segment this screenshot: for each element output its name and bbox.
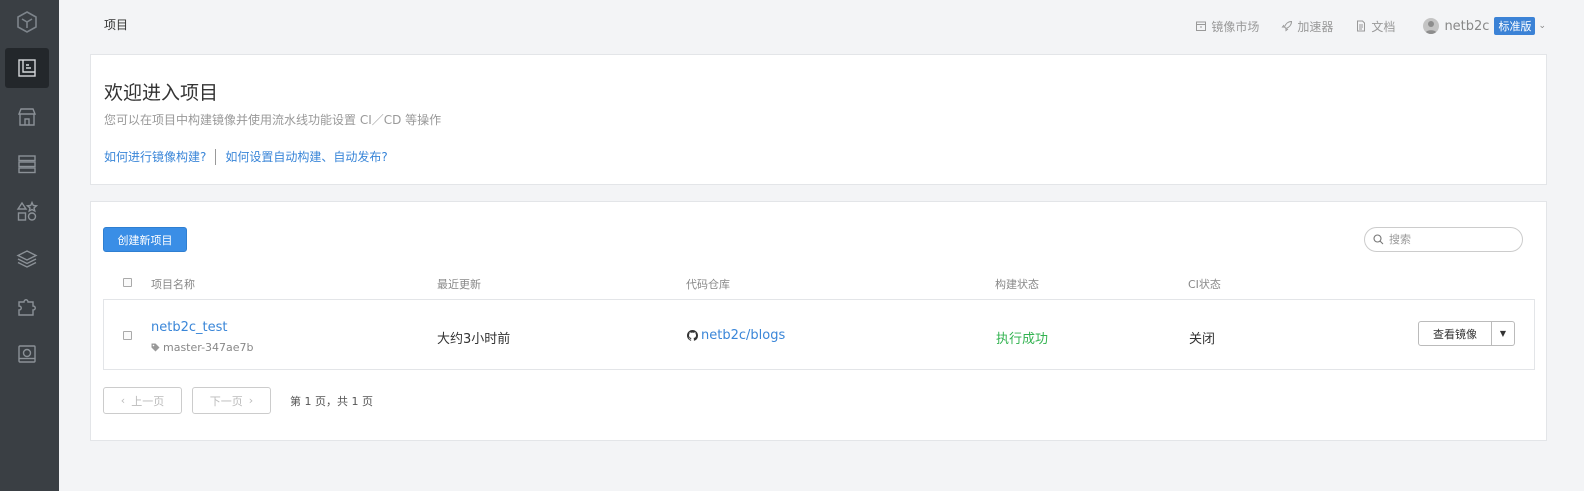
nav-market-label: 镜像市场: [1211, 19, 1260, 34]
help-links: 如何进行镜像构建? 如何设置自动构建、自动发布?: [104, 148, 388, 165]
sidebar-item-components[interactable]: [5, 191, 49, 231]
nav-accelerator[interactable]: 加速器: [1281, 18, 1333, 35]
sidebar-item-plugins[interactable]: [5, 287, 49, 327]
search-icon: [1373, 234, 1384, 245]
sidebar-item-projects[interactable]: [5, 48, 49, 88]
document-icon: [1357, 20, 1366, 32]
column-header-updated: 最近更新: [437, 278, 481, 291]
nav-docs-label: 文档: [1371, 19, 1396, 34]
view-image-button[interactable]: 查看镜像: [1418, 321, 1492, 346]
sidebar: [0, 0, 59, 491]
sidebar-item-store[interactable]: [5, 97, 49, 137]
sidebar-item-layers[interactable]: [5, 239, 49, 279]
create-project-button[interactable]: 创建新项目: [103, 227, 187, 252]
avatar: [1423, 18, 1440, 34]
server-icon: [18, 155, 36, 174]
help-link-build[interactable]: 如何进行镜像构建?: [104, 148, 206, 165]
rocket-icon: [1281, 20, 1293, 32]
next-page-button[interactable]: 下一页 ›: [192, 387, 271, 414]
build-status: 执行成功: [996, 332, 1049, 347]
prev-page-button[interactable]: ‹ 上一页: [103, 387, 182, 414]
column-header-ci-status: CI状态: [1188, 278, 1221, 291]
project-icon: [18, 59, 36, 77]
top-nav: 镜像市场 加速器 文档 netb2c 标准版 ⌄: [1173, 17, 1546, 35]
updated-time: 大约3小时前: [437, 332, 511, 347]
welcome-title: 欢迎进入项目: [104, 82, 219, 104]
sidebar-item-servers[interactable]: [5, 144, 49, 184]
store-icon: [1196, 21, 1207, 31]
tag-icon: [151, 343, 160, 352]
prev-page-label: 上一页: [131, 394, 165, 408]
chevron-right-icon: ›: [248, 394, 254, 407]
search-input[interactable]: [1389, 233, 1509, 246]
ci-status: 关闭: [1189, 332, 1216, 347]
table-row[interactable]: netb2c_test master-347ae7b 大约3小时前 netb2c…: [103, 299, 1535, 370]
column-header-build-status: 构建状态: [995, 278, 1039, 291]
search-box: [1364, 227, 1523, 252]
welcome-subtitle: 您可以在项目中构建镜像并使用流水线功能设置 CI／CD 等操作: [104, 113, 442, 127]
row-actions: 查看镜像 ▼: [1418, 321, 1515, 346]
nav-image-market[interactable]: 镜像市场: [1195, 18, 1259, 35]
plan-badge: 标准版: [1494, 17, 1536, 35]
logo-icon[interactable]: [15, 10, 39, 34]
disk-icon: [18, 345, 36, 363]
shapes-icon: [16, 200, 38, 221]
caret-down-icon: ▼: [1499, 329, 1507, 338]
chevron-down-icon: ⌄: [1538, 21, 1546, 31]
user-menu[interactable]: netb2c 标准版 ⌄: [1423, 17, 1546, 35]
github-icon: [687, 330, 698, 341]
image-tag: master-347ae7b: [151, 341, 254, 354]
repo-name: netb2c/blogs: [701, 328, 786, 343]
sidebar-item-storage[interactable]: [5, 334, 49, 374]
breadcrumb: 项目: [104, 18, 129, 32]
topbar: 项目 镜像市场 加速器 文档 netb2c 标准版 ⌄: [59, 0, 1584, 50]
username: netb2c: [1444, 18, 1490, 34]
next-page-label: 下一页: [209, 394, 243, 408]
store-icon: [17, 108, 37, 126]
projects-panel: 创建新项目 项目名称 最近更新 代码仓库 构建状态 CI状态 netb2c_te…: [90, 201, 1547, 441]
row-checkbox[interactable]: [123, 331, 132, 340]
pagination-info: 第 1 页，共 1 页: [290, 395, 373, 408]
actions-dropdown-button[interactable]: ▼: [1492, 321, 1515, 346]
chevron-left-icon: ‹: [120, 394, 126, 407]
nav-accelerator-label: 加速器: [1297, 19, 1334, 34]
divider: [215, 148, 217, 165]
project-name-link[interactable]: netb2c_test: [151, 320, 227, 335]
nav-docs[interactable]: 文档: [1355, 18, 1395, 35]
help-link-auto-build[interactable]: 如何设置自动构建、自动发布?: [225, 148, 387, 165]
repo-link[interactable]: netb2c/blogs: [687, 328, 785, 343]
select-all-checkbox[interactable]: [123, 278, 132, 287]
puzzle-icon: [18, 299, 36, 316]
column-header-name: 项目名称: [151, 278, 195, 291]
image-tag-label: master-347ae7b: [163, 341, 254, 354]
welcome-card: 欢迎进入项目 您可以在项目中构建镜像并使用流水线功能设置 CI／CD 等操作 如…: [90, 54, 1547, 185]
layers-icon: [16, 250, 38, 268]
column-header-repo: 代码仓库: [686, 278, 730, 291]
